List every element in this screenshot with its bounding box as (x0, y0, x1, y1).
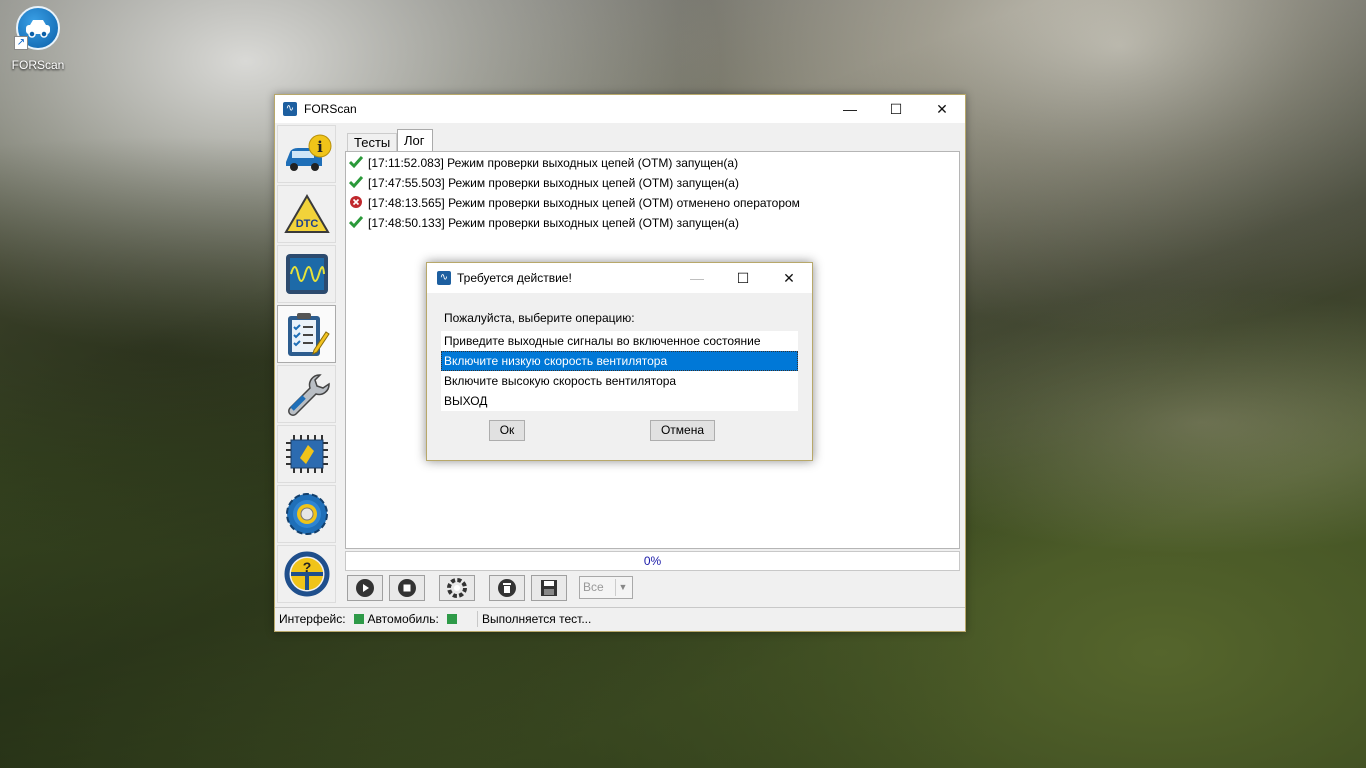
sidebar: i DTC ? (277, 125, 336, 603)
operation-list: Приведите выходные сигналы во включенное… (441, 331, 798, 411)
sidebar-help[interactable]: ? (277, 545, 336, 603)
sidebar-oscilloscope[interactable] (277, 245, 336, 303)
tab-tests[interactable]: Тесты (347, 133, 397, 152)
dialog-close-button[interactable]: ✕ (766, 263, 812, 293)
check-icon (349, 216, 363, 229)
lifebuoy-icon (447, 578, 467, 598)
app-pulse-icon: ∿ (283, 102, 297, 116)
status-message: Выполняется тест... (477, 611, 591, 627)
dialog-prompt: Пожалуйста, выберите операцию: (444, 311, 635, 325)
help-steering-wheel-icon: ? (284, 551, 329, 597)
log-line: [17:11:52.083] Режим проверки выходных ц… (349, 154, 738, 172)
wrench-icon (287, 374, 330, 416)
sidebar-module-config[interactable] (277, 425, 336, 483)
filter-value: Все (583, 580, 604, 594)
sidebar-tests[interactable] (277, 305, 336, 363)
stop-button[interactable] (389, 575, 425, 601)
log-line: [17:48:50.133] Режим проверки выходных ц… (349, 214, 739, 232)
sidebar-dtc[interactable]: DTC (277, 185, 336, 243)
log-line: [17:48:13.565] Режим проверки выходных ц… (349, 194, 800, 212)
dialog-maximize-button[interactable]: ☐ (720, 263, 766, 293)
svg-text:i: i (317, 138, 323, 156)
checklist-icon (287, 313, 330, 356)
filter-dropdown[interactable]: Все ▼ (579, 576, 633, 599)
operation-option-exit[interactable]: ВЫХОД (441, 391, 798, 411)
svg-text:?: ? (302, 559, 311, 575)
interface-status-led (353, 614, 364, 624)
close-button[interactable]: ✕ (919, 95, 965, 123)
chevron-down-icon: ▼ (615, 579, 630, 596)
save-log-button[interactable] (531, 575, 567, 601)
vehicle-status-led (446, 614, 457, 624)
dialog-minimize-button[interactable]: — (674, 263, 720, 293)
status-interface: Интерфейс: Автомобиль: (279, 611, 461, 627)
svg-text:DTC: DTC (295, 218, 318, 230)
sidebar-settings[interactable] (277, 485, 336, 543)
settings-gear-icon (285, 493, 328, 535)
minimize-button[interactable]: — (827, 95, 873, 123)
chip-icon (285, 435, 328, 473)
clear-icon (498, 579, 516, 597)
dialog-titlebar[interactable]: ∿ Требуется действие! — ☐ ✕ (427, 263, 812, 293)
log-line: [17:47:55.503] Режим проверки выходных ц… (349, 174, 739, 192)
tab-log[interactable]: Лог (397, 129, 433, 152)
main-titlebar[interactable]: ∿ FORScan — ☐ ✕ (275, 95, 965, 123)
play-icon (356, 579, 374, 597)
sidebar-vehicle-info[interactable]: i (277, 125, 336, 183)
progress-bar: 0% (345, 551, 960, 571)
stop-icon (398, 579, 416, 597)
vehicle-info-icon: i (285, 134, 331, 171)
ok-button[interactable]: Ок (489, 420, 525, 441)
toolbar: Все ▼ (345, 575, 960, 603)
oscilloscope-icon (285, 254, 328, 294)
clear-log-button[interactable] (489, 575, 525, 601)
check-icon (349, 176, 363, 189)
maximize-button[interactable]: ☐ (873, 95, 919, 123)
dtc-icon: DTC (283, 194, 330, 233)
status-bar: Интерфейс: Автомобиль: Выполняется тест..… (275, 607, 965, 630)
operation-option[interactable]: Включите высокую скорость вентилятора (441, 371, 798, 391)
operation-option-selected[interactable]: Включите низкую скорость вентилятора (441, 351, 798, 371)
forscan-desktop-shortcut[interactable]: ↗ FORScan (8, 6, 68, 72)
check-icon (349, 156, 363, 169)
sidebar-service[interactable] (277, 365, 336, 423)
dialog-title: Требуется действие! (457, 271, 572, 285)
help-button[interactable] (439, 575, 475, 601)
cancel-button[interactable]: Отмена (650, 420, 715, 441)
run-button[interactable] (347, 575, 383, 601)
save-icon (541, 580, 557, 596)
shortcut-arrow-icon: ↗ (14, 36, 28, 50)
error-icon (350, 196, 362, 208)
operation-option[interactable]: Приведите выходные сигналы во включенное… (441, 331, 798, 351)
action-required-dialog: ∿ Требуется действие! — ☐ ✕ Пожалуйста, … (426, 262, 813, 461)
window-title: FORScan (304, 102, 357, 116)
desktop-icon-label: FORScan (11, 58, 65, 72)
app-pulse-icon: ∿ (437, 271, 451, 285)
